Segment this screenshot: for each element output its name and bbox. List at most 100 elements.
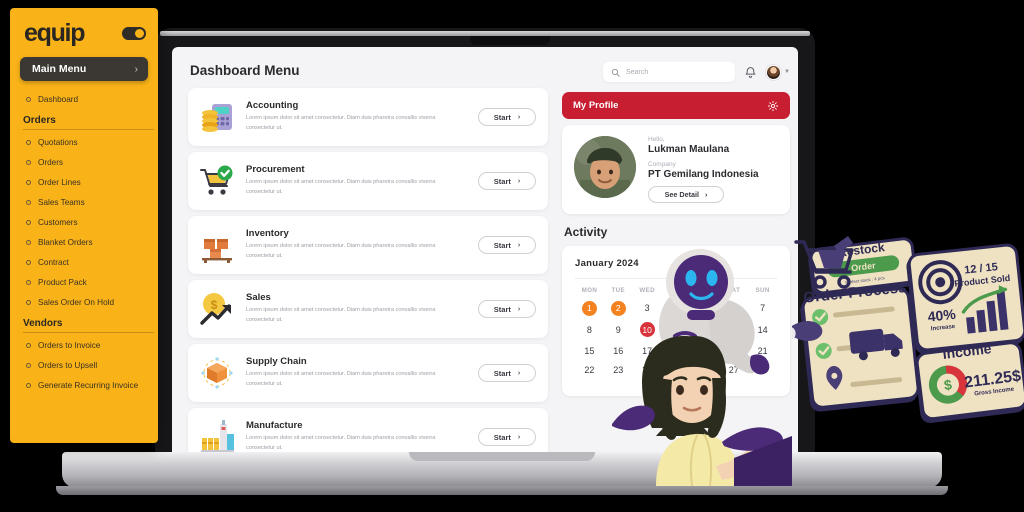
search-input-placeholder: Search: [626, 69, 648, 76]
menu-card-body: InventoryLorem ipsum dolor sit amet cons…: [246, 228, 468, 262]
chevron-right-icon: ›: [518, 370, 520, 377]
calendar-day[interactable]: 11: [662, 325, 691, 338]
sidebar-item-order-lines[interactable]: Order Lines: [10, 172, 158, 192]
start-button[interactable]: Start ›: [478, 364, 536, 382]
calendar-day[interactable]: 17: [633, 346, 662, 356]
start-button[interactable]: Start›: [478, 300, 536, 318]
calendar-day[interactable]: 13: [719, 325, 748, 338]
company-name: PT Gemilang Indonesia: [648, 169, 778, 180]
calendar-day[interactable]: 21: [748, 346, 777, 356]
calendar-day[interactable]: 18: [662, 346, 691, 356]
calendar-dow: MON: [575, 287, 604, 294]
calendar-day[interactable]: 15: [575, 346, 604, 356]
calendar-day[interactable]: 10: [633, 325, 662, 338]
bullet-icon: [26, 260, 31, 265]
calendar-day[interactable]: 14: [748, 325, 777, 338]
sidebar-item-product-pack[interactable]: Product Pack: [10, 272, 158, 292]
calendar-day[interactable]: 1: [575, 303, 604, 316]
calendar-day[interactable]: 4: [662, 303, 691, 316]
calendar-day[interactable]: 22: [575, 365, 604, 375]
calendar-day[interactable]: 24: [633, 365, 662, 375]
equip-logo: equip: [24, 21, 84, 46]
start-button[interactable]: Start›: [478, 108, 536, 126]
calendar-day[interactable]: 19: [690, 346, 719, 356]
sidebar-item-label: Customers: [38, 218, 78, 227]
search-box[interactable]: Search: [603, 62, 735, 82]
calendar-day[interactable]: 9: [604, 325, 633, 338]
calendar-day[interactable]: 26: [690, 365, 719, 375]
calendar-day[interactable]: 28: [748, 365, 777, 375]
calendar-dow: SAT: [719, 287, 748, 294]
start-button[interactable]: Start›: [478, 236, 536, 254]
sidebar-item-label: Contract: [38, 258, 69, 267]
menu-card-description: Lorem ipsum dolor sit amet consectetur. …: [246, 178, 462, 198]
calendar-day[interactable]: 27: [719, 365, 748, 375]
sidebar-item-dashboard[interactable]: Dashboard: [10, 89, 158, 109]
calendar-day[interactable]: 5: [690, 303, 719, 316]
calendar-day[interactable]: 8: [575, 325, 604, 338]
menu-card-inventory[interactable]: InventoryLorem ipsum dolor sit amet cons…: [188, 216, 548, 274]
menu-card-accounting[interactable]: AccountingLorem ipsum dolor sit amet con…: [188, 88, 548, 146]
gear-icon[interactable]: [767, 100, 779, 112]
bullet-icon: [26, 300, 31, 305]
see-detail-button[interactable]: See Detail ›: [648, 186, 724, 203]
start-button-label: Start: [494, 369, 511, 378]
package-network-icon: [198, 354, 236, 392]
chevron-right-icon: ›: [705, 190, 707, 199]
sidebar-item-generate-recurring-invoice[interactable]: Generate Recurring Invoice: [10, 375, 158, 395]
menu-card-title: Manufacture: [246, 420, 462, 431]
calendar-day[interactable]: 25: [662, 365, 691, 375]
sidebar-item-quotations[interactable]: Quotations: [10, 132, 158, 152]
search-icon: [611, 68, 620, 77]
menu-card-sales[interactable]: $SalesLorem ipsum dolor sit amet consect…: [188, 280, 548, 338]
sidebar-item-label: Quotations: [38, 138, 78, 147]
page-title: Dashboard Menu: [190, 63, 548, 78]
main-menu-button[interactable]: Main Menu ›: [20, 57, 148, 81]
sidebar-item-blanket-orders[interactable]: Blanket Orders: [10, 232, 158, 252]
sidebar-item-orders-to-upsell[interactable]: Orders to Upsell: [10, 355, 158, 375]
calendar-day[interactable]: 6: [719, 303, 748, 316]
start-button[interactable]: Start›: [478, 172, 536, 190]
svg-text:$: $: [211, 298, 218, 312]
sidebar-item-sales-order-on-hold[interactable]: Sales Order On Hold: [10, 292, 158, 312]
menu-card-description: Lorem ipsum dolor sit amet consectetur. …: [246, 434, 462, 454]
menu-card-procurement[interactable]: ProcurementLorem ipsum dolor sit amet co…: [188, 152, 548, 210]
sidebar-item-label: Orders to Invoice: [38, 341, 100, 350]
see-detail-label: See Detail: [665, 190, 699, 199]
calendar-divider: [575, 278, 777, 279]
shopping-cart-check-icon: [198, 162, 236, 200]
chevron-right-icon: ›: [135, 64, 138, 75]
calendar-day[interactable]: 2: [604, 303, 633, 316]
calendar-day[interactable]: 12: [690, 325, 719, 338]
sidebar-item-contract[interactable]: Contract: [10, 252, 158, 272]
dashboard-menu-list: AccountingLorem ipsum dolor sit amet con…: [188, 88, 548, 455]
my-profile-banner: My Profile: [562, 92, 790, 119]
user-menu[interactable]: ▼: [766, 65, 790, 80]
sidebar-item-label: Dashboard: [38, 95, 78, 104]
menu-card-title: Supply Chain: [246, 356, 462, 367]
calendar-day[interactable]: 23: [604, 365, 633, 375]
bullet-icon: [26, 97, 31, 102]
sidebar-item-sales-teams[interactable]: Sales Teams: [10, 192, 158, 212]
bullet-icon: [26, 383, 31, 388]
menu-card-description: Lorem ipsum dolor sit amet consectetur. …: [246, 370, 462, 390]
calendar-dow: FRI: [690, 287, 719, 294]
calendar-day[interactable]: 20: [719, 346, 748, 356]
menu-card-body: Manufacture Lorem ipsum dolor sit amet co…: [246, 420, 468, 454]
calendar-day[interactable]: 7: [748, 303, 777, 316]
growth-arrow-coin-icon: $: [198, 290, 236, 328]
start-button[interactable]: Start›: [478, 428, 536, 446]
sidebar-item-orders-to-invoice[interactable]: Orders to Invoice: [10, 335, 158, 355]
calendar-day[interactable]: 16: [604, 346, 633, 356]
calendar-day[interactable]: 3: [633, 303, 662, 316]
sidebar-item-customers[interactable]: Customers: [10, 212, 158, 232]
menu-card-manufacture[interactable]: Manufacture Lorem ipsum dolor sit amet co…: [188, 408, 548, 455]
sidebar-theme-toggle[interactable]: [122, 27, 146, 40]
menu-card-body: AccountingLorem ipsum dolor sit amet con…: [246, 100, 468, 134]
sidebar-item-orders[interactable]: Orders: [10, 152, 158, 172]
menu-card-supply-chain[interactable]: Supply Chain Lorem ipsum dolor sit amet c…: [188, 344, 548, 402]
calendar-day-highlight: 2: [611, 301, 626, 316]
main-menu-label: Main Menu: [32, 63, 86, 75]
bullet-icon: [26, 140, 31, 145]
notification-bell-icon[interactable]: [744, 66, 757, 79]
